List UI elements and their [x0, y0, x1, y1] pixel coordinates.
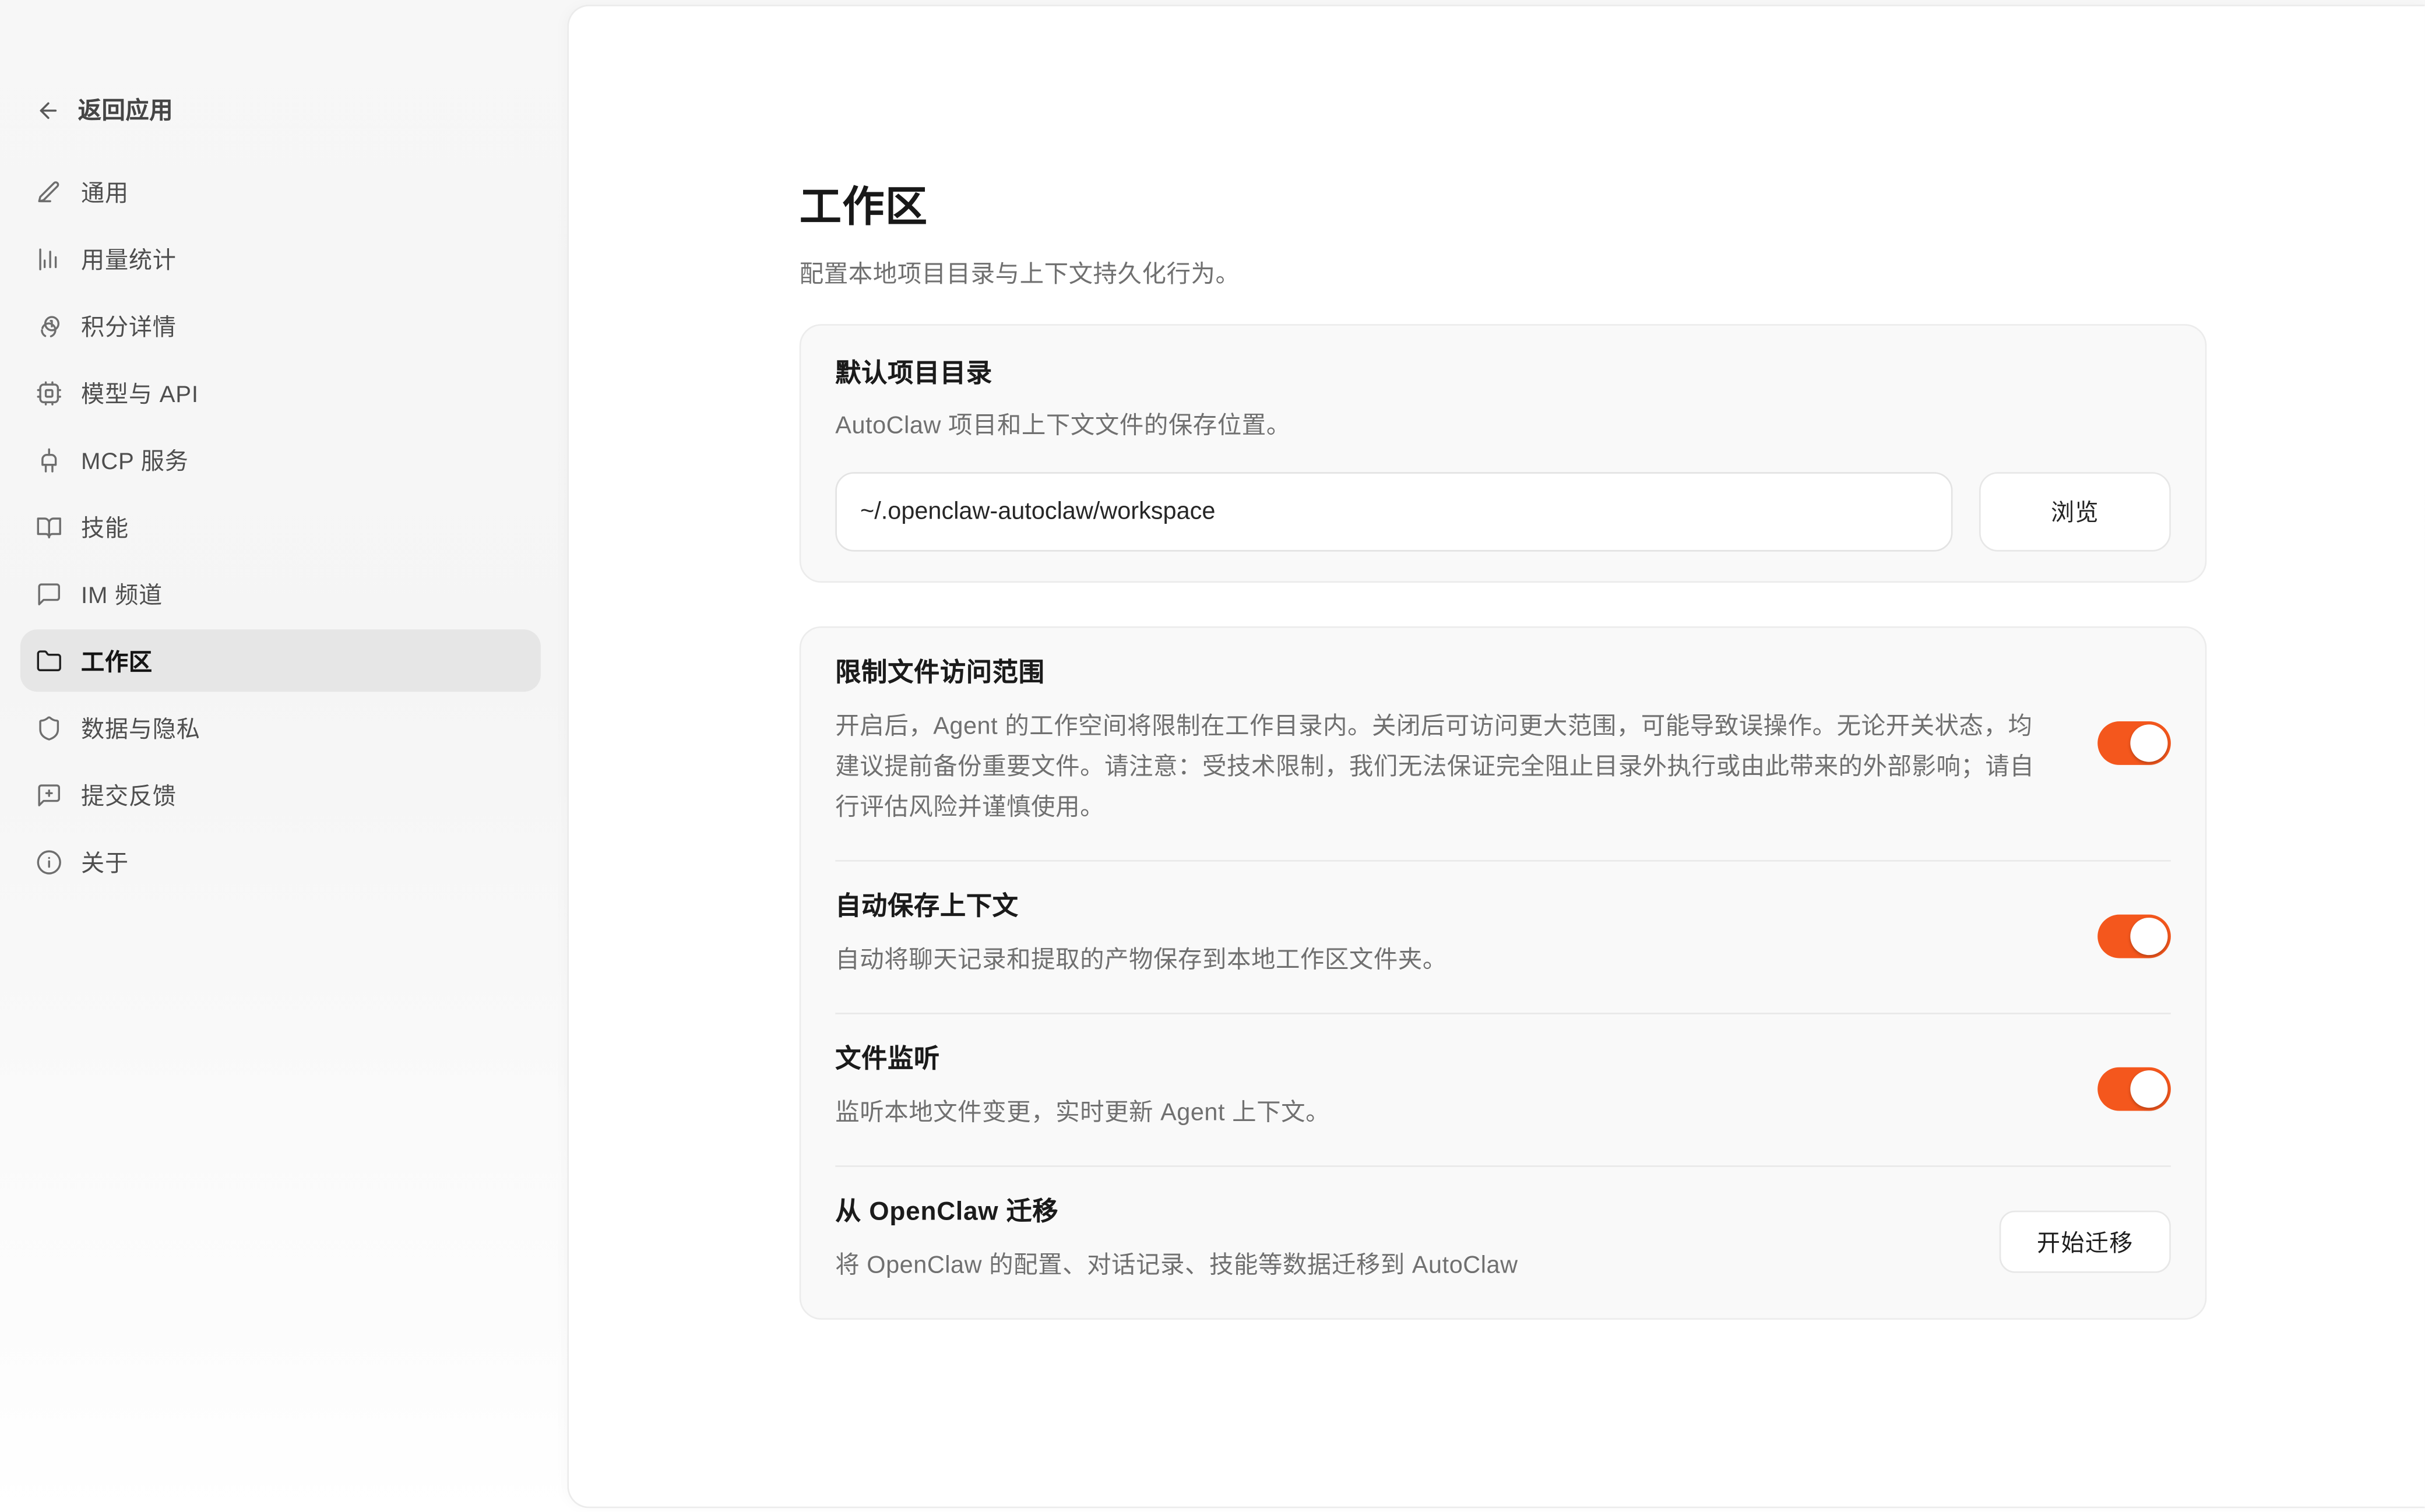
bar-chart-icon	[36, 245, 62, 272]
sidebar-item-label: 技能	[81, 510, 129, 543]
sidebar-item-models-api[interactable]: 模型与 API	[20, 361, 541, 424]
restrict-file-access-toggle[interactable]	[2097, 721, 2171, 765]
setting-description: 开启后，Agent 的工作空间将限制在工作目录内。关闭后可访问更大范围，可能导致…	[835, 707, 2051, 829]
sidebar-item-label: MCP 服务	[81, 443, 189, 476]
default-directory-description: AutoClaw 项目和上下文文件的保存位置。	[835, 410, 2171, 442]
sidebar-item-label: 用量统计	[81, 242, 177, 275]
setting-row-migrate-from-openclaw: 从 OpenClaw 迁移 将 OpenClaw 的配置、对话记录、技能等数据迁…	[835, 1165, 2171, 1318]
setting-text: 文件监听 监听本地文件变更，实时更新 Agent 上下文。	[835, 1044, 2051, 1134]
sidebar-item-about[interactable]: 关于	[20, 830, 541, 893]
cpu-icon	[36, 379, 62, 406]
setting-row-file-watch: 文件监听 监听本地文件变更，实时更新 Agent 上下文。	[835, 1013, 2171, 1165]
setting-row-auto-save-context: 自动保存上下文 自动将聊天记录和提取的产物保存到本地工作区文件夹。	[835, 860, 2171, 1013]
sidebar-item-usage-stats[interactable]: 用量统计	[20, 227, 541, 290]
sidebar-item-workspace[interactable]: 工作区	[20, 629, 541, 692]
toggle-knob	[2130, 1070, 2167, 1108]
sidebar-item-credits[interactable]: 积分详情	[20, 294, 541, 357]
sidebar-item-skills[interactable]: 技能	[20, 495, 541, 558]
sidebar-item-label: 关于	[81, 845, 129, 878]
sidebar-item-label: IM 频道	[81, 577, 163, 610]
auto-save-context-toggle[interactable]	[2097, 915, 2171, 958]
back-to-app-label: 返回应用	[78, 93, 174, 126]
sidebar-item-label: 模型与 API	[81, 376, 199, 409]
setting-description: 监听本地文件变更，实时更新 Agent 上下文。	[835, 1094, 2051, 1134]
toggle-knob	[2130, 724, 2167, 762]
start-migration-button[interactable]: 开始迁移	[2000, 1211, 2171, 1273]
setting-row-restrict-file-access: 限制文件访问范围 开启后，Agent 的工作空间将限制在工作目录内。关闭后可访问…	[835, 628, 2171, 860]
sidebar-item-label: 数据与隐私	[81, 711, 200, 744]
setting-text: 自动保存上下文 自动将聊天记录和提取的产物保存到本地工作区文件夹。	[835, 891, 2051, 982]
sidebar-item-label: 积分详情	[81, 309, 177, 342]
sidebar-item-label: 通用	[81, 175, 129, 208]
arrow-left-icon	[36, 97, 61, 122]
setting-title: 文件监听	[835, 1044, 2051, 1075]
setting-title: 从 OpenClaw 迁移	[835, 1197, 1952, 1228]
sidebar-item-feedback[interactable]: 提交反馈	[20, 763, 541, 826]
folder-icon	[36, 647, 62, 674]
message-square-icon	[36, 580, 62, 607]
workspace-options-card: 限制文件访问范围 开启后，Agent 的工作空间将限制在工作目录内。关闭后可访问…	[800, 626, 2207, 1320]
sidebar-item-label: 工作区	[81, 644, 153, 677]
file-watch-toggle[interactable]	[2097, 1067, 2171, 1111]
directory-input-row: 浏览	[835, 472, 2171, 551]
directory-path-input[interactable]	[835, 472, 1952, 551]
setting-description: 将 OpenClaw 的配置、对话记录、技能等数据迁移到 AutoClaw	[835, 1246, 1952, 1287]
sidebar-menu: 通用 用量统计 积分详情 模型与 API	[20, 160, 541, 893]
sidebar-item-mcp-services[interactable]: MCP 服务	[20, 428, 541, 491]
browse-button[interactable]: 浏览	[1979, 472, 2171, 551]
shield-icon	[36, 714, 62, 741]
setting-title: 限制文件访问范围	[835, 657, 2051, 688]
sidebar: 返回应用 通用 用量统计 积分详情	[0, 0, 567, 1512]
sidebar-item-general[interactable]: 通用	[20, 160, 541, 223]
page-subtitle: 配置本地项目目录与上下文持久化行为。	[800, 259, 2207, 293]
info-icon	[36, 848, 62, 875]
coins-icon	[36, 312, 62, 339]
toggle-knob	[2130, 918, 2167, 955]
page-title: 工作区	[800, 182, 2207, 232]
setting-title: 自动保存上下文	[835, 891, 2051, 922]
message-square-plus-icon	[36, 781, 62, 808]
workspace-settings-content: 工作区 配置本地项目目录与上下文持久化行为。 默认项目目录 AutoClaw 项…	[800, 6, 2207, 1320]
sidebar-item-im-channels[interactable]: IM 频道	[20, 562, 541, 625]
plug-icon	[36, 446, 62, 473]
back-to-app-button[interactable]: 返回应用	[36, 93, 174, 126]
pencil-icon	[36, 178, 62, 205]
main-panel: 工作区 配置本地项目目录与上下文持久化行为。 默认项目目录 AutoClaw 项…	[567, 5, 2424, 1507]
book-open-icon	[36, 513, 62, 540]
settings-window: 返回应用 通用 用量统计 积分详情	[0, 0, 2425, 1512]
default-directory-card: 默认项目目录 AutoClaw 项目和上下文文件的保存位置。 浏览	[800, 324, 2207, 583]
setting-text: 限制文件访问范围 开启后，Agent 的工作空间将限制在工作目录内。关闭后可访问…	[835, 657, 2051, 829]
setting-text: 从 OpenClaw 迁移 将 OpenClaw 的配置、对话记录、技能等数据迁…	[835, 1197, 1952, 1287]
sidebar-item-label: 提交反馈	[81, 778, 177, 811]
setting-description: 自动将聊天记录和提取的产物保存到本地工作区文件夹。	[835, 941, 2051, 982]
default-directory-title: 默认项目目录	[835, 358, 2171, 391]
sidebar-item-data-privacy[interactable]: 数据与隐私	[20, 696, 541, 759]
